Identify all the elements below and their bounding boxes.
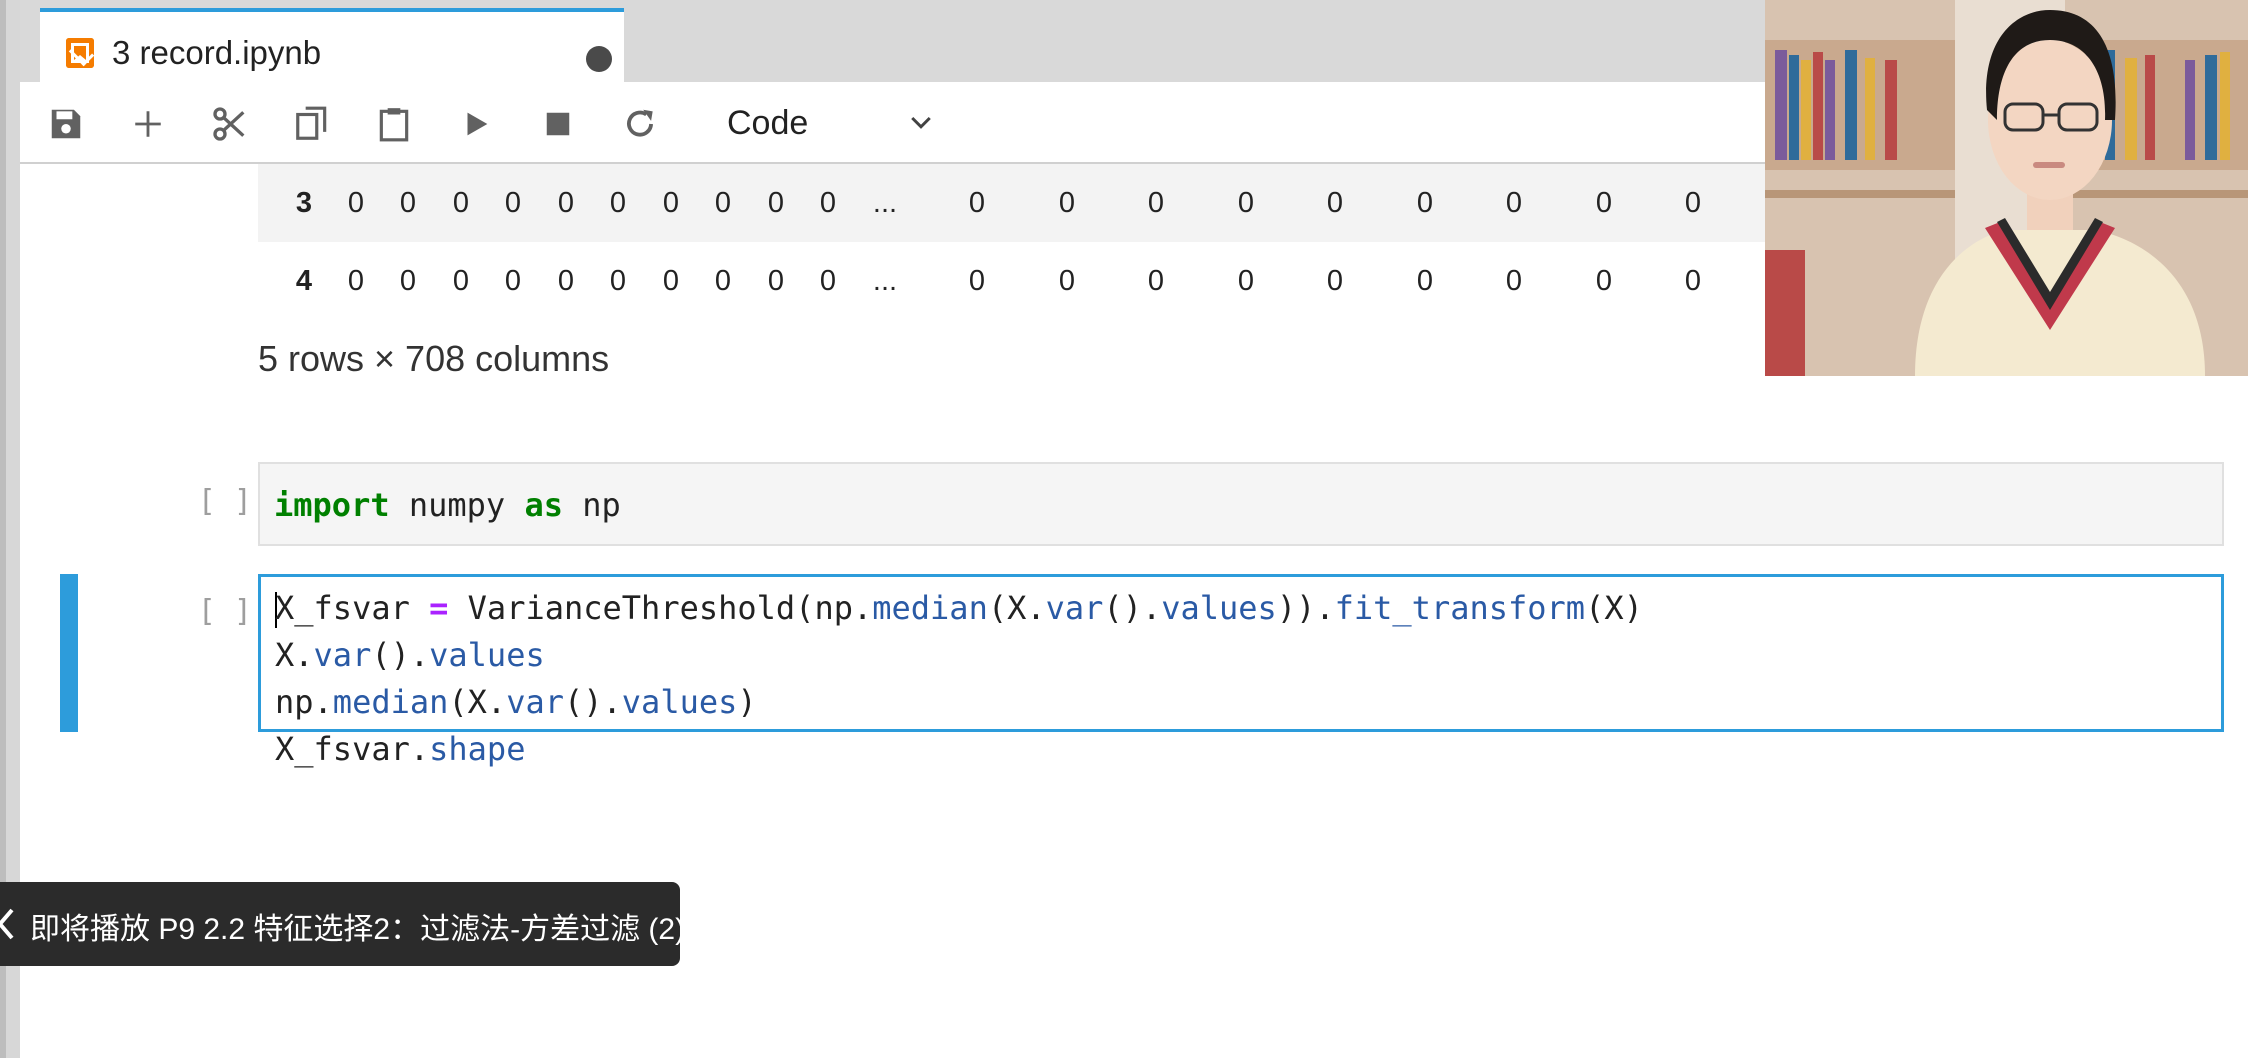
table-cell: 0 — [1595, 265, 1613, 297]
table-cell: 0 — [1684, 187, 1702, 219]
table-cell: 0 — [714, 265, 732, 297]
table-cell: 0 — [662, 265, 680, 297]
code-line: X.var().values — [275, 636, 545, 674]
cell-type-select[interactable]: Code — [710, 96, 950, 150]
table-cell: 0 — [399, 265, 417, 297]
table-cell: 0 — [557, 187, 575, 219]
copy-button[interactable] — [288, 100, 336, 148]
cell-prompt: [ ]: — [197, 484, 270, 519]
dataframe-row: 4 0 0 0 0 0 0 0 0 0 0 ... 0 0 0 0 0 0 0 … — [258, 242, 1791, 320]
row-index: 3 — [295, 187, 313, 219]
restart-button[interactable] — [616, 100, 664, 148]
webcam-video — [1765, 0, 2248, 376]
table-cell: 0 — [968, 187, 986, 219]
cell-prompt: [ ]: — [197, 594, 270, 629]
up-next-toast[interactable]: 即将播放 P9 2.2 特征选择2：过滤法-方差过滤 (2) — [0, 882, 685, 966]
active-cell-indicator — [60, 574, 78, 732]
text-cursor — [275, 592, 277, 628]
table-cell: 0 — [609, 187, 627, 219]
code-cell-input[interactable]: import numpy as np — [258, 462, 2224, 546]
chevron-down-icon — [911, 116, 931, 129]
code-line: import numpy as np — [274, 486, 621, 524]
table-cell: 0 — [1326, 265, 1344, 297]
table-cell: 0 — [1326, 187, 1344, 219]
tab-title: 3 record.ipynb — [112, 34, 322, 71]
table-cell: 0 — [1058, 265, 1076, 297]
code-line: np.median(X.var().values) — [275, 683, 757, 721]
table-cell: 0 — [767, 187, 785, 219]
cell-type-label: Code — [727, 103, 809, 142]
paste-button[interactable] — [370, 100, 418, 148]
notebook-tab[interactable]: 3 record.ipynb — [40, 8, 624, 84]
table-ellipsis: ... — [872, 187, 898, 219]
table-cell: 0 — [504, 265, 522, 297]
table-cell: 0 — [1595, 187, 1613, 219]
unsaved-dot-icon[interactable] — [586, 46, 612, 72]
table-cell: 0 — [1147, 265, 1165, 297]
save-icon — [51, 109, 81, 139]
save-button[interactable] — [42, 100, 90, 148]
table-cell: 0 — [1416, 265, 1434, 297]
table-cell: 0 — [1505, 187, 1523, 219]
table-cell: 0 — [1237, 265, 1255, 297]
stop-icon — [546, 112, 570, 136]
stop-button[interactable] — [534, 100, 582, 148]
table-cell: 0 — [968, 265, 986, 297]
presenter-video-frame — [1765, 0, 2248, 376]
cut-button[interactable] — [206, 100, 254, 148]
add-cell-button[interactable] — [124, 100, 172, 148]
chevron-left-icon — [0, 908, 14, 940]
table-cell: 0 — [819, 187, 837, 219]
toast-text: 即将播放 P9 2.2 特征选择2：过滤法-方差过滤 (2) — [30, 913, 686, 946]
copy-icon — [296, 106, 327, 140]
add-icon — [135, 111, 161, 137]
row-index: 4 — [295, 265, 313, 297]
table-cell: 0 — [767, 265, 785, 297]
table-cell: 0 — [1684, 265, 1702, 297]
table-cell: 0 — [452, 187, 470, 219]
table-cell: 0 — [662, 187, 680, 219]
paste-icon — [379, 108, 409, 142]
table-cell: 0 — [1237, 187, 1255, 219]
code-line: X_fsvar.shape — [275, 730, 526, 768]
dataframe-shape-text: 5 rows × 708 columns — [258, 338, 610, 379]
dataframe-row: 3 0 0 0 0 0 0 0 0 0 0 ... 0 0 0 0 0 0 0 … — [258, 164, 1791, 242]
table-cell: 0 — [399, 187, 417, 219]
table-cell: 0 — [1416, 187, 1434, 219]
run-icon — [467, 112, 488, 136]
table-cell: 0 — [557, 265, 575, 297]
restart-icon — [627, 109, 653, 137]
code-line: X_fsvar = VarianceThreshold(np.median(X.… — [275, 589, 1643, 628]
cut-icon — [213, 107, 245, 141]
code-cell-input-active[interactable]: X_fsvar = VarianceThreshold(np.median(X.… — [258, 574, 2224, 768]
table-cell: 0 — [347, 187, 365, 219]
notebook-icon — [66, 38, 94, 68]
table-cell: 0 — [819, 265, 837, 297]
table-cell: 0 — [1147, 187, 1165, 219]
table-ellipsis: ... — [872, 265, 898, 297]
table-cell: 0 — [1505, 265, 1523, 297]
table-cell: 0 — [609, 265, 627, 297]
table-cell: 0 — [347, 265, 365, 297]
run-button[interactable] — [452, 100, 500, 148]
table-cell: 0 — [714, 187, 732, 219]
table-cell: 0 — [504, 187, 522, 219]
table-cell: 0 — [452, 265, 470, 297]
table-cell: 0 — [1058, 187, 1076, 219]
